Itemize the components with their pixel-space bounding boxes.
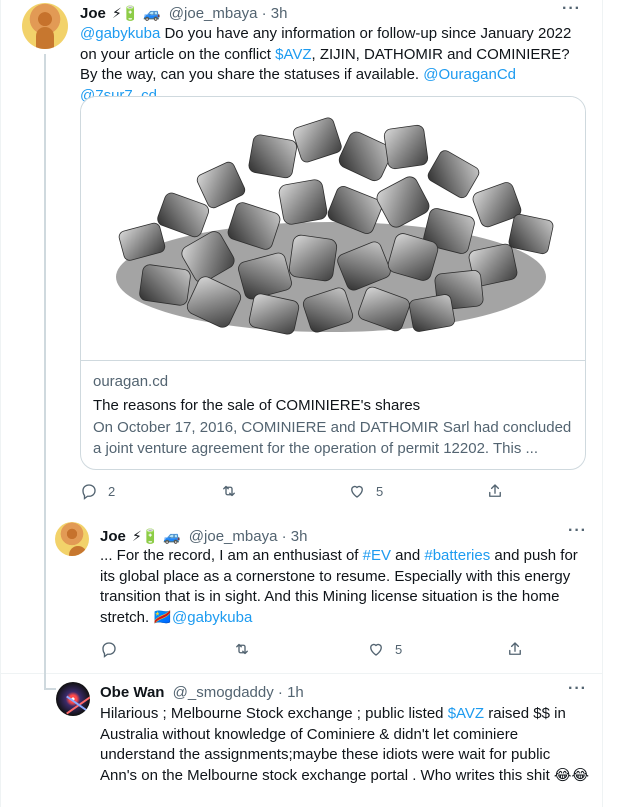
tweet-header: Joe ⚡🔋 🚙 @joe_mbaya · 3h [80,3,287,24]
like-button[interactable]: 5 [367,640,402,658]
mention-link[interactable]: @gabykuba [172,609,252,626]
tweet-actions: 2 5 [80,482,600,504]
text-span: ... For the record, I am an enthusiast o… [100,547,363,564]
tweet-header: Obe Wan @_smogdaddy · 1h [100,683,304,703]
author-name[interactable]: Obe Wan [100,684,164,701]
heart-icon [351,485,363,498]
heart-icon [370,643,382,656]
tweet-main[interactable]: Joe ⚡🔋 🚙 @joe_mbaya · 3h ··· @gabykuba D… [0,0,603,508]
share-icon [509,642,521,655]
separator-dot: · [277,528,291,545]
card-title: The reasons for the sale of COMINIERE's … [93,397,421,414]
retweet-icon [236,643,248,655]
author-emojis: ⚡🔋 🚙 [112,5,161,21]
like-count: 5 [376,483,384,499]
share-button[interactable] [486,482,504,500]
link-preview-card[interactable]: ouragan.cd The reasons for the sale of C… [80,96,586,470]
separator-dot: · [273,684,288,701]
retweet-button[interactable] [220,482,238,500]
like-count: 5 [395,641,403,657]
more-options-icon[interactable]: ··· [568,680,587,698]
avatar[interactable] [56,682,90,716]
author-name[interactable]: Joe [80,5,106,22]
retweet-button[interactable] [233,640,251,658]
like-button[interactable]: 5 [348,482,383,500]
cashtag-link[interactable]: $AVZ [275,46,311,63]
tweet-reply-self[interactable]: Joe ⚡🔋 🚙 @joe_mbaya · 3h ··· ... For the… [0,508,603,673]
text-span: Hilarious ; Melbourne Stock exchange ; p… [100,705,448,722]
thread-connector-line [44,508,46,690]
author-name[interactable]: Joe [100,528,126,545]
mention-link[interactable]: @OuraganCd [423,66,516,83]
author-handle[interactable]: @joe_mbaya [189,528,278,545]
tweet-text: ... For the record, I am an enthusiast o… [100,546,590,628]
hashtag-link[interactable]: #batteries [424,547,490,564]
card-image-metal-chunks[interactable] [81,97,585,361]
tweet-reply-obe-wan[interactable]: Obe Wan @_smogdaddy · 1h ··· Hilarious ;… [0,674,603,807]
tweet-time[interactable]: 1h [287,684,304,701]
thread-connector-line [44,54,46,508]
author-emojis: ⚡🔋 🚙 [132,528,181,544]
more-options-icon[interactable]: ··· [562,0,581,18]
tweet-time[interactable]: 3h [271,5,288,22]
retweet-icon [223,485,235,497]
metal-chunks-illustration [116,117,554,335]
separator-dot: · [257,5,271,22]
mention-link[interactable]: @gabykuba [80,25,160,42]
card-description: On October 17, 2016, COMINIERE and DATHO… [93,419,572,457]
reply-button[interactable]: 2 [80,482,115,500]
share-button[interactable] [506,640,524,658]
tweet-time[interactable]: 3h [291,528,308,545]
author-handle[interactable]: @_smogdaddy [173,684,274,701]
avatar[interactable] [22,3,68,49]
tweet-text: Hilarious ; Melbourne Stock exchange ; p… [100,704,590,786]
tweet-text: @gabykuba Do you have any information or… [80,24,590,106]
reply-button[interactable] [100,640,118,658]
hashtag-link[interactable]: #EV [363,547,391,564]
cashtag-link[interactable]: $AVZ [448,705,484,722]
avatar[interactable] [55,522,89,556]
author-handle[interactable]: @joe_mbaya [169,5,258,22]
tweet-actions: 5 [100,640,600,662]
reply-icon [102,642,116,658]
reply-icon [82,484,96,500]
text-span: and [390,547,425,564]
more-options-icon[interactable]: ··· [568,522,587,540]
card-domain: ouragan.cd [93,373,169,390]
tweet-header: Joe ⚡🔋 🚙 @joe_mbaya · 3h [100,526,307,547]
share-icon [489,484,501,497]
reply-count: 2 [108,483,116,499]
